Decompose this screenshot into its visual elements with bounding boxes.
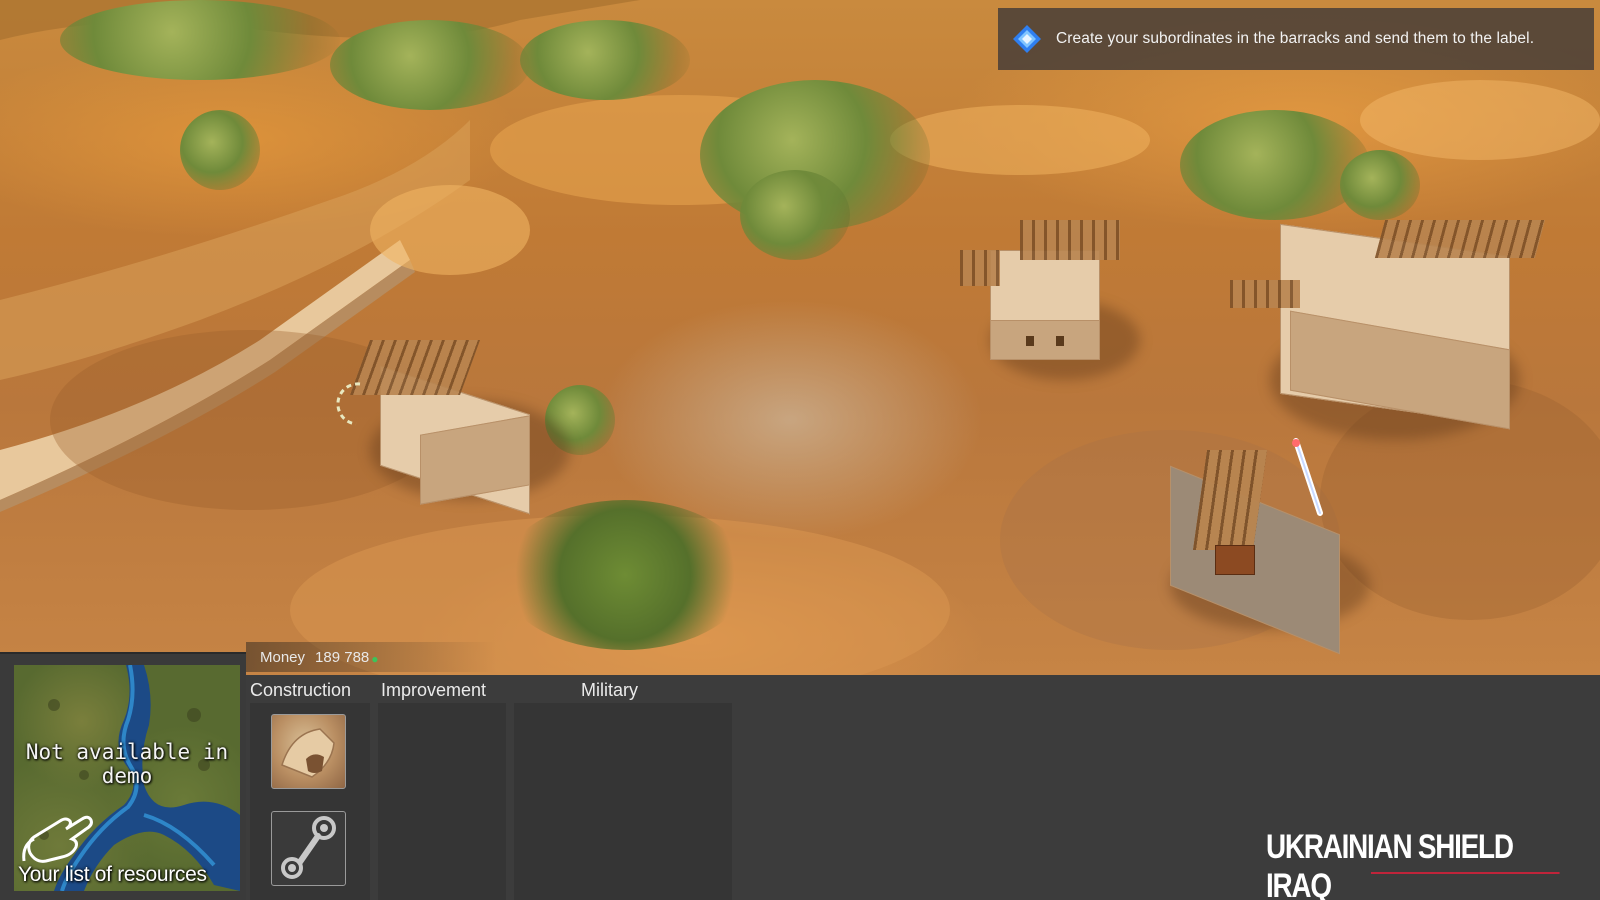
house-building[interactable] [960, 220, 1150, 370]
game-logo: UKRAINIAN SHIELD IRAQ [1266, 828, 1560, 900]
label-marker-icon[interactable] [1290, 435, 1330, 520]
pointing-hand-icon [22, 815, 93, 863]
selection-ring-icon [336, 382, 361, 426]
objective-text: Create your subordinates in the barracks… [1056, 30, 1535, 47]
improvement-column [378, 703, 506, 900]
oil-pump-building[interactable] [1160, 430, 1370, 655]
money-display: Money 189 788 ● [246, 642, 496, 672]
barracks-building-icon [281, 728, 335, 778]
tree-cluster [520, 20, 690, 100]
minimap-unavailable-label: Not available in demo [25, 740, 229, 788]
build-tabs: Construction Improvement Military [246, 676, 714, 704]
diamond-icon [1013, 25, 1041, 53]
objective-banner: Create your subordinates in the barracks… [998, 8, 1594, 70]
game-viewport[interactable] [0, 0, 1600, 675]
tree-cluster [1340, 150, 1420, 220]
steam-icon [281, 816, 336, 879]
fortress-building[interactable] [1230, 220, 1550, 430]
tree-cluster [1180, 110, 1370, 220]
tree-cluster [330, 20, 530, 110]
money-value: 189 788 [315, 648, 370, 666]
build-slot-steam[interactable] [271, 811, 346, 886]
money-label: Money [260, 648, 306, 666]
coin-icon: ● [371, 652, 379, 666]
oasis-vegetation [500, 500, 750, 650]
barracks-building[interactable] [349, 330, 550, 515]
military-column [514, 703, 732, 900]
tree-cluster [740, 170, 850, 260]
build-slot-barracks[interactable] [271, 714, 346, 789]
tab-military[interactable]: Military [508, 676, 714, 704]
tab-construction[interactable]: Construction [246, 676, 377, 704]
tree-cluster [60, 0, 340, 80]
logo-underline [1370, 872, 1560, 874]
minimap[interactable]: Not available in demo Your list of resou… [14, 665, 240, 891]
tree-cluster [180, 110, 260, 190]
tab-improvement[interactable]: Improvement [377, 676, 508, 704]
resources-list-label: Your list of resources [18, 863, 207, 886]
